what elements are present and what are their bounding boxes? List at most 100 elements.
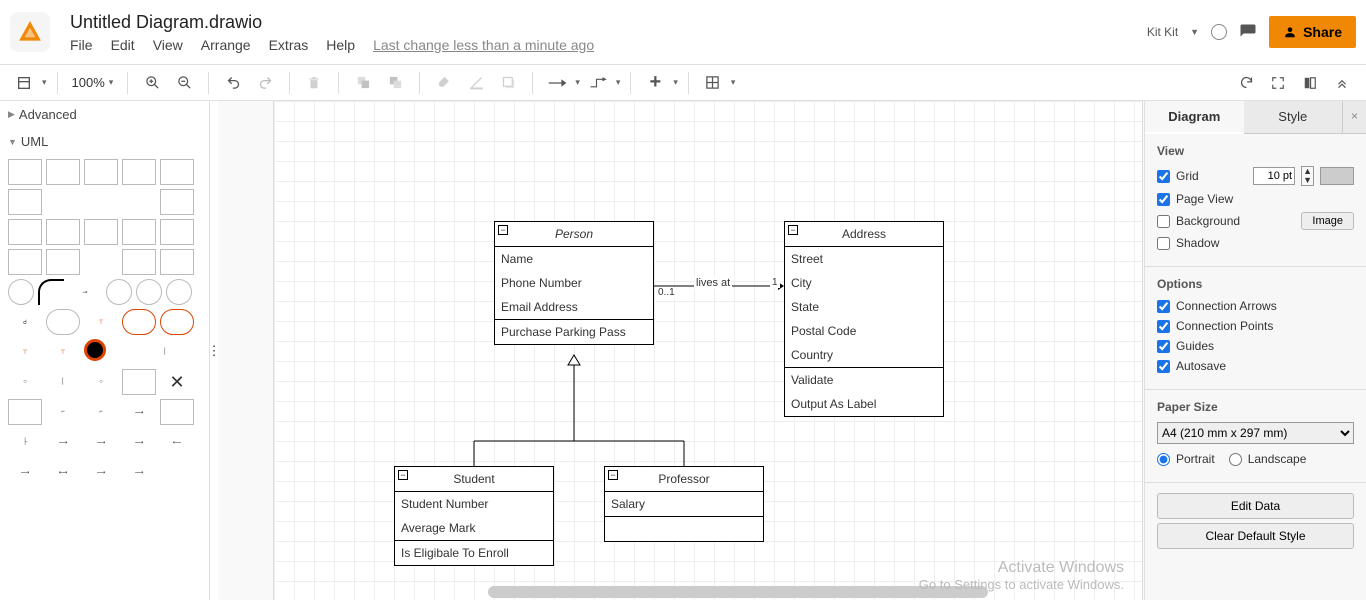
undo-icon[interactable] (219, 69, 247, 97)
op[interactable] (605, 516, 763, 541)
shape[interactable]: │ (46, 369, 80, 395)
insert-caret[interactable]: ▾ (673, 77, 678, 88)
shape[interactable] (122, 249, 156, 275)
shape[interactable] (38, 279, 64, 305)
connection-caret[interactable]: ▾ (575, 77, 580, 88)
edge-mult[interactable]: 0..1 (656, 287, 677, 298)
menu-arrange[interactable]: Arrange (201, 37, 251, 53)
shape[interactable] (160, 219, 194, 245)
shape[interactable] (84, 189, 118, 215)
shape[interactable]: ⟶ (122, 399, 156, 425)
image-button[interactable]: Image (1301, 212, 1354, 230)
pageview-checkbox[interactable] (1157, 193, 1170, 206)
shape[interactable] (166, 279, 192, 305)
shape[interactable] (46, 189, 80, 215)
shadow-checkbox[interactable] (1157, 237, 1170, 250)
sidebar-advanced[interactable]: ▶Advanced (0, 101, 209, 128)
shape[interactable]: ⟶ (122, 459, 156, 485)
shape[interactable] (8, 189, 42, 215)
shape[interactable] (106, 279, 132, 305)
uml-class-student[interactable]: −Student Student Number Average Mark Is … (394, 466, 554, 566)
fill-color-icon[interactable] (430, 69, 458, 97)
shape[interactable]: ⟶ (8, 459, 42, 485)
redo-icon[interactable] (251, 69, 279, 97)
op[interactable]: Purchase Parking Pass (495, 319, 653, 344)
page-setup-icon[interactable] (10, 69, 38, 97)
delete-icon[interactable] (300, 69, 328, 97)
grid-color[interactable] (1320, 167, 1354, 185)
shape[interactable] (8, 279, 34, 305)
attr[interactable]: Postal Code (785, 319, 943, 343)
zoom-in-icon[interactable] (138, 69, 166, 97)
canvas[interactable]: −Person Name Phone Number Email Address … (218, 101, 1144, 600)
menu-edit[interactable]: Edit (111, 37, 135, 53)
uml-class-professor[interactable]: −Professor Salary (604, 466, 764, 542)
attr[interactable]: Salary (605, 492, 763, 516)
user-name[interactable]: Kit Kit (1147, 25, 1178, 39)
zoom-out-icon[interactable] (170, 69, 198, 97)
tab-style[interactable]: Style (1244, 101, 1343, 133)
zoom-select[interactable]: 100% ▾ (68, 75, 118, 90)
waypoint-caret[interactable]: ▾ (616, 77, 621, 88)
shape[interactable]: ⟶ (84, 429, 118, 455)
shape[interactable] (160, 399, 194, 425)
menu-extras[interactable]: Extras (269, 37, 309, 53)
shape[interactable]: ⊸ (68, 279, 102, 305)
shape[interactable] (46, 249, 80, 275)
background-checkbox[interactable] (1157, 215, 1170, 228)
autosave-checkbox[interactable] (1157, 360, 1170, 373)
shape[interactable] (122, 189, 156, 215)
shape[interactable]: ⊤ (8, 339, 42, 365)
edge-label[interactable]: lives at (694, 277, 732, 289)
collapse-icon[interactable] (1328, 69, 1356, 97)
grid-checkbox[interactable] (1157, 170, 1170, 183)
shape[interactable] (84, 339, 106, 361)
shape[interactable]: ├ (8, 429, 42, 455)
tab-diagram[interactable]: Diagram (1145, 101, 1244, 134)
shape[interactable] (8, 399, 42, 425)
shape[interactable]: │ (148, 339, 182, 365)
uml-class-address[interactable]: −Address Street City State Postal Code C… (784, 221, 944, 417)
attr[interactable]: Average Mark (395, 516, 553, 540)
edit-data-button[interactable]: Edit Data (1157, 493, 1354, 519)
conn-arrows-checkbox[interactable] (1157, 300, 1170, 313)
shape[interactable]: ⟶ (84, 459, 118, 485)
collapse-icon[interactable]: − (398, 470, 408, 480)
shape[interactable]: ⌐ (84, 399, 118, 425)
waypoint-icon[interactable] (584, 69, 612, 97)
uml-class-person[interactable]: −Person Name Phone Number Email Address … (494, 221, 654, 345)
shape[interactable] (8, 159, 42, 185)
shadow-icon[interactable] (494, 69, 522, 97)
shape[interactable] (110, 339, 144, 365)
sidebar-uml[interactable]: ▼UML (0, 128, 209, 155)
attr[interactable]: Phone Number (495, 271, 653, 295)
shape[interactable]: ⊤ (84, 309, 118, 335)
shape[interactable] (8, 219, 42, 245)
attr[interactable]: State (785, 295, 943, 319)
shape[interactable] (46, 219, 80, 245)
shape[interactable] (160, 249, 194, 275)
user-caret-icon[interactable]: ▼ (1190, 27, 1199, 37)
attr[interactable]: Email Address (495, 295, 653, 319)
collapse-icon[interactable]: − (498, 225, 508, 235)
shape[interactable] (160, 159, 194, 185)
connection-icon[interactable] (543, 69, 571, 97)
op[interactable]: Is Eligibale To Enroll (395, 540, 553, 565)
menu-file[interactable]: File (70, 37, 93, 53)
refresh-icon[interactable] (1232, 69, 1260, 97)
close-icon[interactable]: × (1342, 101, 1366, 133)
splitter[interactable]: ⋮ (210, 101, 218, 600)
shape[interactable]: ⌐ (46, 399, 80, 425)
h-scrollbar[interactable] (488, 586, 988, 598)
shape[interactable]: ⟷ (46, 459, 80, 485)
share-button[interactable]: Share (1269, 16, 1356, 48)
globe-icon[interactable] (1211, 24, 1227, 40)
insert-icon[interactable]: + (641, 69, 669, 97)
shape[interactable] (122, 159, 156, 185)
landscape-radio[interactable] (1229, 453, 1242, 466)
doc-title[interactable]: Untitled Diagram.drawio (70, 12, 1147, 33)
shape[interactable]: ○ (8, 369, 42, 395)
shape[interactable]: ○ (84, 369, 118, 395)
shape[interactable] (84, 249, 118, 275)
collapse-icon[interactable]: − (608, 470, 618, 480)
